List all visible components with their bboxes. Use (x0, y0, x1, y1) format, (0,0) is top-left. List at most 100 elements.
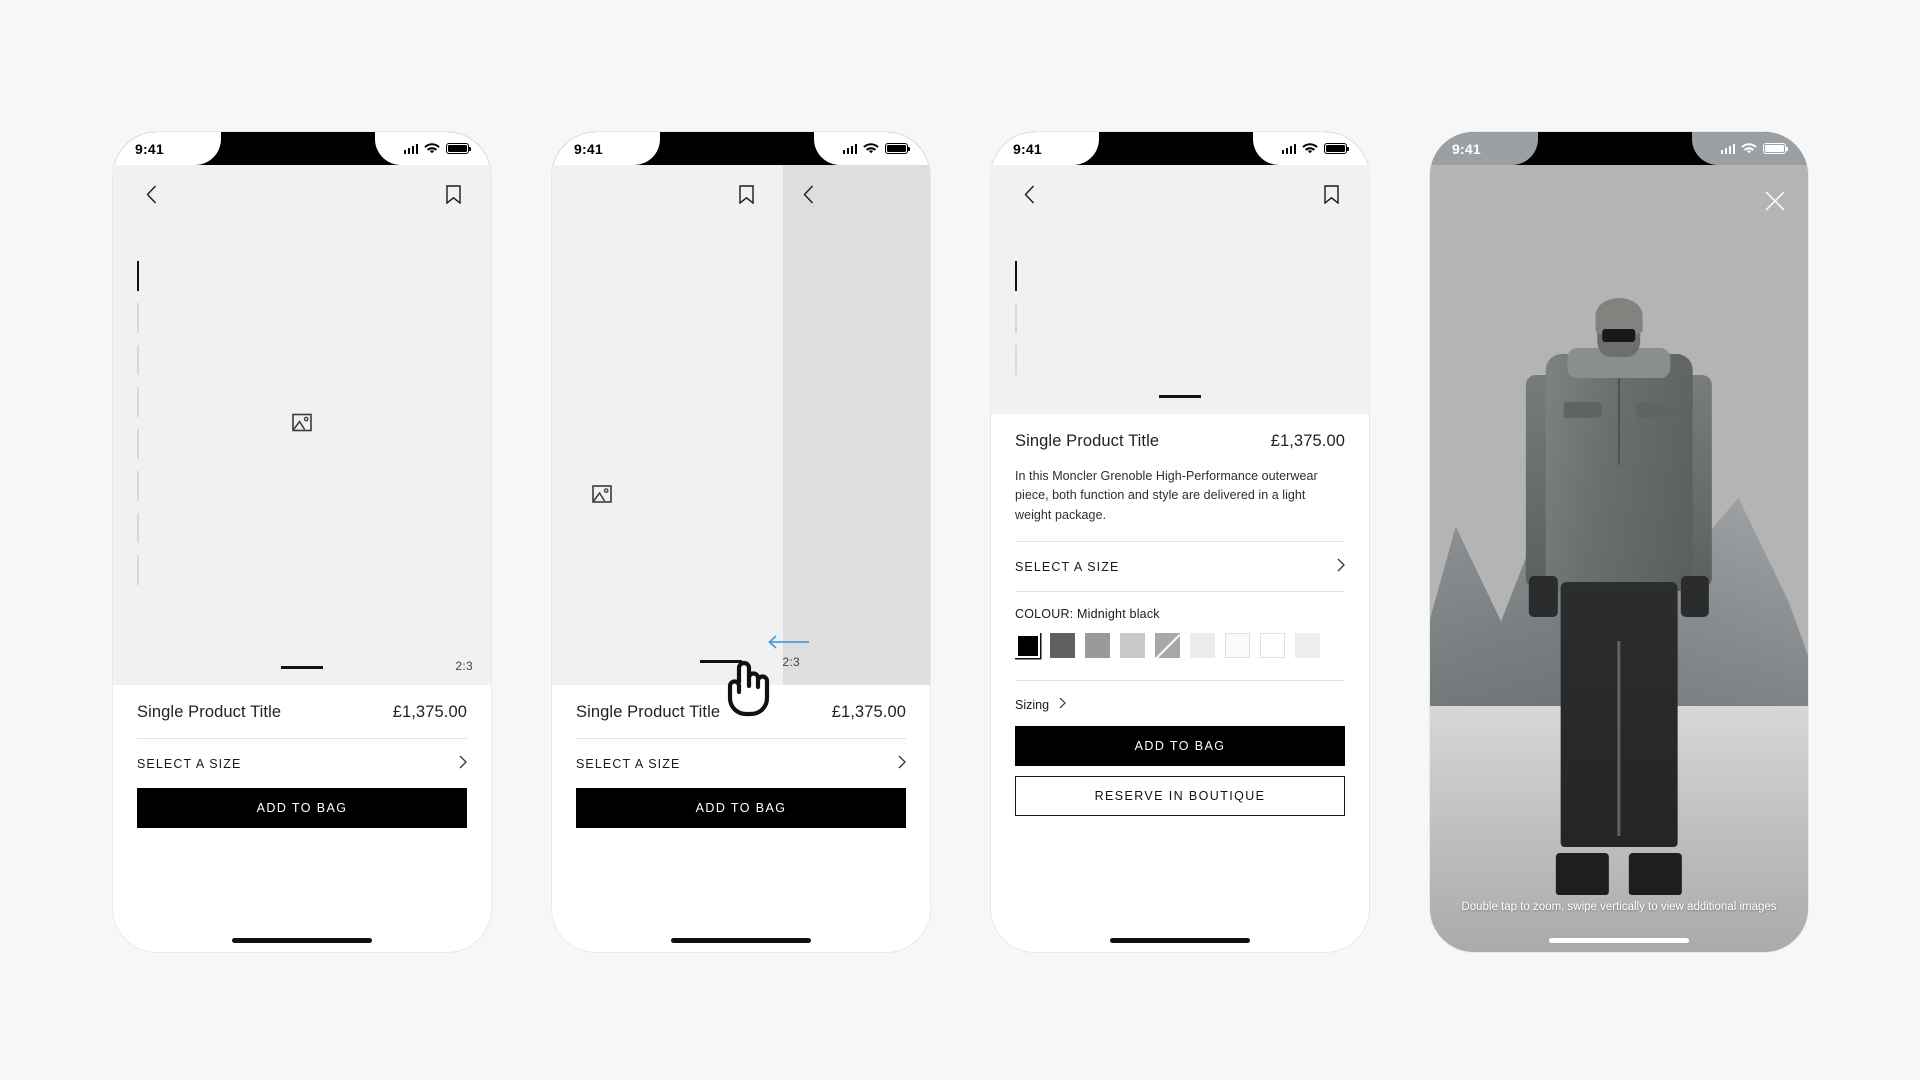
back-chevron-icon[interactable] (794, 180, 822, 208)
photo-hint-caption: Double tap to zoom, swipe vertically to … (1461, 901, 1777, 914)
figure-boot (1628, 853, 1683, 895)
colour-swatch-light-grey[interactable] (1120, 633, 1145, 659)
home-indicator[interactable] (232, 938, 372, 943)
chevron-right-icon (1059, 697, 1066, 712)
status-bar-time: 9:41 (1013, 140, 1042, 157)
pagination-dot[interactable] (137, 513, 139, 543)
chevron-right-icon (1337, 558, 1345, 575)
page-title: Single Product Title (1015, 432, 1160, 450)
trouser-split (1617, 640, 1621, 836)
pagination-dot[interactable] (137, 261, 139, 291)
page-title: Single Product Title (576, 703, 721, 721)
image-placeholder-icon (592, 485, 612, 508)
status-bar: 9:41 (991, 132, 1369, 165)
cellular-signal-icon (1281, 143, 1296, 154)
figure-glove (1680, 575, 1709, 618)
select-size-label: SELECT A SIZE (576, 756, 681, 771)
status-bar: 9:41 (1430, 132, 1808, 165)
wifi-icon (424, 142, 440, 153)
add-to-bag-button[interactable]: ADD TO BAG (1015, 726, 1345, 767)
home-indicator[interactable] (671, 938, 811, 943)
reserve-in-boutique-button[interactable]: RESERVE IN BOUTIQUE (1015, 776, 1345, 817)
home-indicator[interactable] (1549, 938, 1689, 943)
back-chevron-icon[interactable] (137, 180, 165, 208)
sizing-link[interactable]: Sizing (1015, 681, 1345, 726)
mockup-canvas: 9:41 2:3 Single Product Title £1,375.00 … (0, 0, 1920, 1080)
colour-swatch-pale-grey[interactable] (1190, 633, 1215, 659)
product-info-panel: Single Product Title £1,375.00 SELECT A … (113, 685, 491, 828)
product-price: £1,375.00 (1270, 432, 1345, 450)
chevron-right-icon (898, 755, 906, 772)
jacket-zip (1618, 378, 1620, 466)
select-size-button[interactable]: SELECT A SIZE (1015, 542, 1345, 591)
chevron-right-icon (459, 755, 467, 772)
pagination-dot[interactable] (1015, 261, 1017, 291)
pagination-dot[interactable] (137, 429, 139, 459)
gallery-slides[interactable] (552, 165, 930, 685)
colour-swatch-partial[interactable] (1295, 633, 1320, 659)
back-chevron-icon[interactable] (1015, 180, 1043, 208)
bookmark-icon[interactable] (439, 180, 467, 208)
colour-swatch-list[interactable] (1015, 633, 1345, 680)
select-size-label: SELECT A SIZE (1015, 559, 1120, 574)
gallery-slide-current[interactable] (552, 165, 783, 685)
pagination-dot[interactable] (137, 471, 139, 501)
cellular-signal-icon (1720, 143, 1735, 154)
phone-mockup-pdp-swipe: 9:41 2:3 Single Product Title £1,375.00 … (552, 132, 930, 952)
bookmark-icon[interactable] (732, 180, 760, 208)
pagination-dot[interactable] (137, 345, 139, 375)
page-title: Single Product Title (137, 703, 282, 721)
figure-glove (1529, 575, 1558, 618)
pagination-dot[interactable] (137, 303, 139, 333)
status-bar: 9:41 (113, 132, 491, 165)
gallery-toolbar (113, 165, 491, 223)
wifi-icon (863, 142, 879, 153)
figure-jacket (1545, 354, 1693, 591)
colour-swatch-off-white[interactable] (1225, 633, 1250, 659)
battery-icon (885, 143, 911, 154)
pagination-dot[interactable] (1015, 303, 1017, 333)
fullscreen-product-photo[interactable] (1430, 132, 1808, 952)
add-to-bag-button[interactable]: ADD TO BAG (137, 788, 467, 828)
battery-icon (1763, 143, 1789, 154)
product-title-row: Single Product Title £1,375.00 (1015, 414, 1345, 467)
colour-swatch-white[interactable] (1260, 633, 1285, 659)
jacket-pocket (1563, 401, 1602, 419)
jacket-pocket (1636, 401, 1675, 419)
add-to-bag-button[interactable]: ADD TO BAG (576, 788, 906, 828)
gallery-pagination-vertical[interactable] (137, 261, 139, 585)
select-size-button[interactable]: SELECT A SIZE (137, 739, 467, 788)
sheet-drag-handle[interactable] (281, 666, 323, 669)
status-bar-time: 9:41 (574, 140, 603, 157)
close-x-icon[interactable] (1764, 190, 1786, 212)
arrow-left-icon (768, 635, 810, 654)
status-bar: 9:41 (552, 132, 930, 165)
figure-boot (1555, 853, 1610, 895)
aspect-ratio-label: 2:3 (455, 659, 473, 673)
status-bar-time: 9:41 (135, 140, 164, 157)
colour-swatch-grey-stripe[interactable] (1155, 633, 1180, 659)
colour-label: COLOUR: Midnight black (1015, 607, 1160, 622)
gallery-slide-next[interactable] (782, 165, 930, 685)
bookmark-icon[interactable] (1317, 180, 1345, 208)
pagination-dot[interactable] (137, 387, 139, 417)
select-size-button[interactable]: SELECT A SIZE (576, 739, 906, 788)
product-gallery[interactable] (991, 165, 1369, 414)
status-bar-indicators (1281, 142, 1350, 155)
colour-swatch-midnight-black[interactable] (1015, 633, 1040, 658)
colour-swatch-dark-grey[interactable] (1050, 633, 1075, 659)
status-bar-indicators (1720, 142, 1789, 155)
cellular-signal-icon (842, 143, 857, 154)
product-gallery-swiping[interactable]: 2:3 (552, 165, 930, 717)
sheet-drag-handle[interactable] (1159, 395, 1201, 398)
home-indicator[interactable] (1110, 938, 1250, 943)
screen-body: 2:3 Single Product Title £1,375.00 SELEC… (113, 165, 491, 952)
product-gallery[interactable]: 2:3 (113, 165, 491, 685)
pagination-dot[interactable] (1015, 345, 1017, 375)
colour-swatch-mid-grey[interactable] (1085, 633, 1110, 659)
pagination-dot[interactable] (137, 555, 139, 585)
phone-mockup-pdp-default: 9:41 2:3 Single Product Title £1,375.00 … (113, 132, 491, 952)
gallery-pagination-vertical[interactable] (1015, 261, 1017, 375)
aspect-ratio-label: 2:3 (782, 655, 800, 669)
product-price: £1,375.00 (392, 703, 467, 721)
